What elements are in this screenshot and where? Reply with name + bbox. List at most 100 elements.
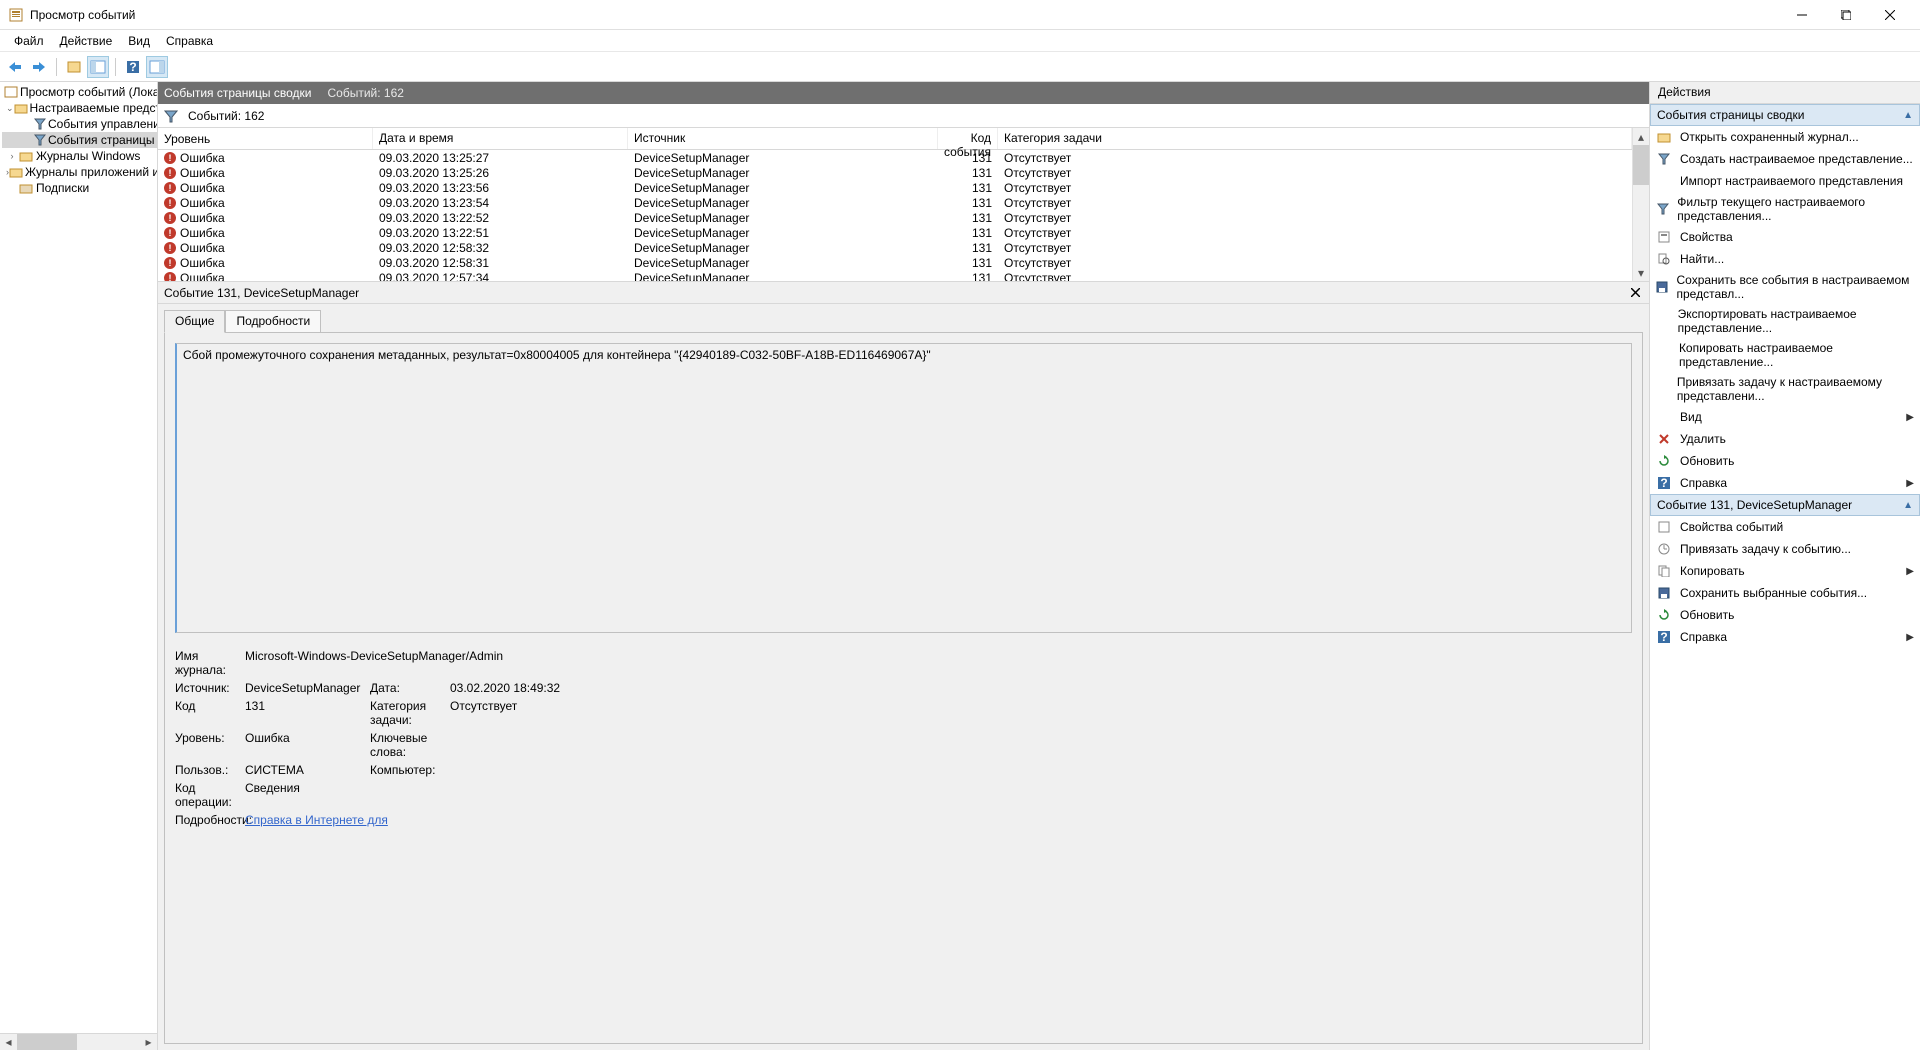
table-row[interactable]: !Ошибка09.03.2020 13:23:56DeviceSetupMan… [158, 180, 1632, 195]
menu-help[interactable]: Справка [158, 32, 221, 50]
action-help-2[interactable]: ?Справка▶ [1650, 626, 1920, 648]
col-level[interactable]: Уровень [158, 128, 373, 149]
scroll-thumb[interactable] [17, 1034, 77, 1050]
collapse-icon[interactable]: ▲ [1903, 500, 1913, 511]
source-cell: DeviceSetupManager [628, 241, 938, 255]
minimize-button[interactable] [1780, 1, 1824, 29]
details-link[interactable]: Справка в Интернете для [245, 813, 690, 827]
preview-pane-button[interactable] [87, 56, 109, 78]
action-find[interactable]: Найти... [1650, 248, 1920, 270]
properties-icon [1656, 229, 1672, 245]
tree-hscrollbar[interactable]: ◂ ▸ [0, 1033, 157, 1050]
close-button[interactable] [1868, 1, 1912, 29]
date-label: Дата: [370, 681, 450, 695]
scroll-left-icon[interactable]: ◂ [0, 1034, 17, 1050]
error-icon: ! [164, 212, 176, 224]
actions-section-2[interactable]: Событие 131, DeviceSetupManager ▲ [1650, 494, 1920, 516]
action-attach-task-event[interactable]: Привязать задачу к событию... [1650, 538, 1920, 560]
menu-view[interactable]: Вид [120, 32, 158, 50]
filter-icon [1656, 201, 1669, 217]
scroll-track[interactable] [1633, 145, 1649, 264]
table-row[interactable]: !Ошибка09.03.2020 12:58:32DeviceSetupMan… [158, 240, 1632, 255]
col-date[interactable]: Дата и время [373, 128, 628, 149]
window-title: Просмотр событий [30, 8, 1780, 22]
table-row[interactable]: !Ошибка09.03.2020 12:58:31DeviceSetupMan… [158, 255, 1632, 270]
tree-custom-views[interactable]: ⌄ Настраиваемые представле [2, 100, 157, 116]
col-id[interactable]: Код события [938, 128, 998, 149]
tree-root[interactable]: Просмотр событий (Локальны [2, 84, 157, 100]
source-cell: DeviceSetupManager [628, 271, 938, 282]
tree-subscriptions[interactable]: Подписки [2, 180, 157, 196]
action-save-all[interactable]: Сохранить все события в настраиваемом пр… [1650, 270, 1920, 304]
table-row[interactable]: !Ошибка09.03.2020 13:23:54DeviceSetupMan… [158, 195, 1632, 210]
col-category[interactable]: Категория задачи [998, 128, 1632, 149]
tree-windows-logs[interactable]: › Журналы Windows [2, 148, 157, 164]
action-copy-view[interactable]: Копировать настраиваемое представление..… [1650, 338, 1920, 372]
action-filter-view[interactable]: Фильтр текущего настраиваемого представл… [1650, 192, 1920, 226]
table-row[interactable]: !Ошибка09.03.2020 13:22:51DeviceSetupMan… [158, 225, 1632, 240]
collapse-icon[interactable]: ▲ [1903, 110, 1913, 121]
expand-icon[interactable]: › [6, 151, 18, 161]
tree-app-logs[interactable]: › Журналы приложений и сл [2, 164, 157, 180]
actions-section-1[interactable]: События страницы сводки ▲ [1650, 104, 1920, 126]
action-create-view[interactable]: Создать настраиваемое представление... [1650, 148, 1920, 170]
action-copy[interactable]: Копировать▶ [1650, 560, 1920, 582]
id-cell: 131 [938, 151, 998, 165]
table-row[interactable]: !Ошибка09.03.2020 12:57:34DeviceSetupMan… [158, 270, 1632, 281]
action-import-view[interactable]: Импорт настраиваемого представления [1650, 170, 1920, 192]
action-attach-task-view[interactable]: Привязать задачу к настраиваемому предст… [1650, 372, 1920, 406]
level-text: Ошибка [180, 181, 225, 195]
event-vscrollbar[interactable]: ▴ ▾ [1632, 128, 1649, 281]
source-cell: DeviceSetupManager [628, 226, 938, 240]
center-count: Событий: 162 [327, 86, 403, 100]
help-button[interactable]: ? [122, 56, 144, 78]
collapse-icon[interactable]: ⌄ [6, 103, 14, 114]
tree-admin-events[interactable]: События управления [2, 116, 157, 132]
action-delete[interactable]: Удалить [1650, 428, 1920, 450]
actions-pane-button[interactable] [146, 56, 168, 78]
forward-button[interactable] [28, 56, 50, 78]
source-cell: DeviceSetupManager [628, 211, 938, 225]
cat-cell: Отсутствует [998, 271, 1632, 282]
show-hide-tree-button[interactable] [63, 56, 85, 78]
date-value: 03.02.2020 18:49:32 [450, 681, 690, 695]
scroll-up-icon[interactable]: ▴ [1633, 128, 1649, 145]
help-icon: ? [1656, 475, 1672, 491]
source-cell: DeviceSetupManager [628, 196, 938, 210]
cat-cell: Отсутствует [998, 151, 1632, 165]
action-refresh-2[interactable]: Обновить [1650, 604, 1920, 626]
action-event-properties[interactable]: Свойства событий [1650, 516, 1920, 538]
action-help[interactable]: ?Справка▶ [1650, 472, 1920, 494]
maximize-button[interactable] [1824, 1, 1868, 29]
scroll-right-icon[interactable]: ▸ [140, 1034, 157, 1050]
filter-icon [1656, 151, 1672, 167]
table-row[interactable]: !Ошибка09.03.2020 13:25:26DeviceSetupMan… [158, 165, 1632, 180]
action-export-view[interactable]: Экспортировать настраиваемое представлен… [1650, 304, 1920, 338]
scroll-track[interactable] [17, 1034, 140, 1050]
svg-text:?: ? [1660, 631, 1667, 643]
menu-action[interactable]: Действие [52, 32, 121, 50]
event-header: Уровень Дата и время Источник Код событи… [158, 128, 1632, 150]
scroll-thumb[interactable] [1633, 145, 1649, 185]
cat-cell: Отсутствует [998, 196, 1632, 210]
tab-details[interactable]: Подробности [225, 310, 321, 332]
table-row[interactable]: !Ошибка09.03.2020 13:25:27DeviceSetupMan… [158, 150, 1632, 165]
table-row[interactable]: !Ошибка09.03.2020 13:22:52DeviceSetupMan… [158, 210, 1632, 225]
action-open-saved-log[interactable]: Открыть сохраненный журнал... [1650, 126, 1920, 148]
date-cell: 09.03.2020 12:58:31 [373, 256, 628, 270]
close-detail-button[interactable] [1627, 285, 1643, 301]
tree-summary-events[interactable]: События страницы сво [2, 132, 157, 148]
menu-file[interactable]: Файл [6, 32, 52, 50]
action-refresh[interactable]: Обновить [1650, 450, 1920, 472]
action-save-selected[interactable]: Сохранить выбранные события... [1650, 582, 1920, 604]
tab-general[interactable]: Общие [164, 310, 225, 333]
col-source[interactable]: Источник [628, 128, 938, 149]
id-cell: 131 [938, 196, 998, 210]
back-button[interactable] [4, 56, 26, 78]
error-icon: ! [164, 242, 176, 254]
action-view[interactable]: Вид▶ [1650, 406, 1920, 428]
blank-icon [1656, 381, 1669, 397]
action-properties[interactable]: Свойства [1650, 226, 1920, 248]
error-icon: ! [164, 182, 176, 194]
scroll-down-icon[interactable]: ▾ [1633, 264, 1649, 281]
